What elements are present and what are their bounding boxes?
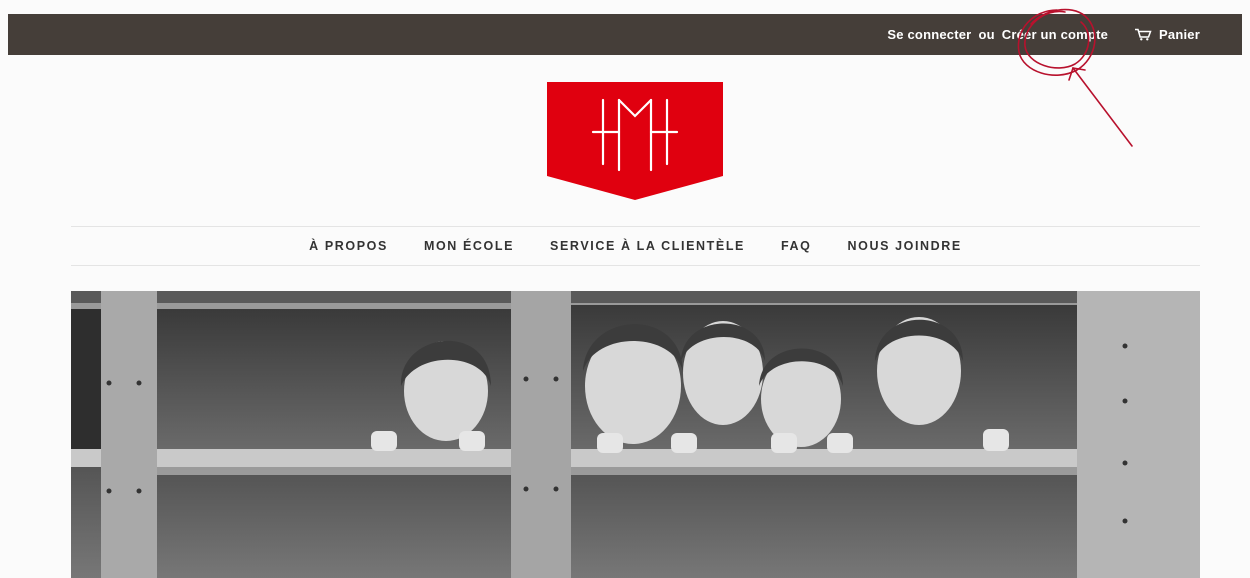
nav-item-nous-joindre[interactable]: NOUS JOINDRE: [848, 239, 962, 253]
hero-image: [71, 291, 1200, 578]
or-separator: ou: [978, 27, 995, 42]
school-bus-photo: [71, 291, 1200, 578]
nav-item-faq[interactable]: FAQ: [781, 239, 812, 253]
cart-label: Panier: [1159, 27, 1200, 42]
nav-item-a-propos[interactable]: À PROPOS: [309, 239, 388, 253]
hand-drawn-circle-arrow-annotation: [1017, 8, 1133, 147]
main-nav: À PROPOS MON ÉCOLE SERVICE À LA CLIENTÈL…: [71, 226, 1200, 266]
hfm-logo[interactable]: [545, 80, 725, 207]
nav-item-service-clientele[interactable]: SERVICE À LA CLIENTÈLE: [550, 239, 745, 253]
login-link[interactable]: Se connecter: [887, 27, 971, 42]
hfm-shield-logo: [547, 82, 723, 200]
nav-item-mon-ecole[interactable]: MON ÉCOLE: [424, 239, 514, 253]
